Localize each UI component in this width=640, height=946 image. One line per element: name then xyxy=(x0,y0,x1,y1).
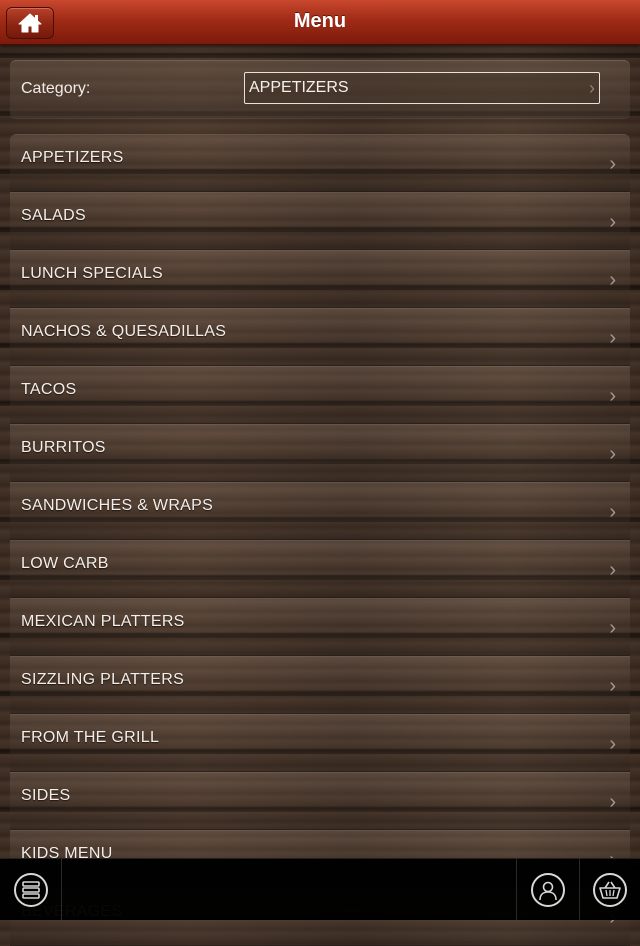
chevron-right-icon: › xyxy=(609,733,616,755)
bottom-toolbar xyxy=(0,858,640,920)
category-label: Category: xyxy=(21,80,91,97)
category-panel: Category: APPETIZERS › xyxy=(10,60,630,118)
menu-stack-icon xyxy=(13,872,48,907)
menu-category-item[interactable]: SANDWICHES & WRAPS › xyxy=(10,482,630,540)
chevron-right-icon: › xyxy=(609,443,616,465)
chevron-right-icon: › xyxy=(609,385,616,407)
menu-category-item[interactable]: SIDES › xyxy=(10,772,630,830)
category-select[interactable]: APPETIZERS › xyxy=(244,72,600,104)
chevron-right-icon: › xyxy=(609,269,616,291)
menu-category-item[interactable]: SALADS › xyxy=(10,192,630,250)
menu-category-item[interactable]: LOW CARB › xyxy=(10,540,630,598)
chevron-right-icon: › xyxy=(609,675,616,697)
menu-category-item[interactable]: MEXICAN PLATTERS › xyxy=(10,598,630,656)
chevron-right-icon: › xyxy=(589,78,595,98)
user-icon xyxy=(531,872,565,907)
chevron-right-icon: › xyxy=(609,791,616,813)
menu-category-label: APPETIZERS xyxy=(21,149,124,166)
chevron-right-icon: › xyxy=(609,501,616,523)
menu-category-list: APPETIZERS › SALADS › LUNCH SPECIALS › NACHOS … xyxy=(10,134,630,946)
menu-category-label: FROM THE GRILL xyxy=(21,729,160,746)
menu-category-label: MEXICAN PLATTERS xyxy=(21,613,185,630)
menu-category-item[interactable]: NACHOS & QUESADILLAS › xyxy=(10,308,630,366)
menu-category-label: LUNCH SPECIALS xyxy=(21,265,164,282)
menu-category-item[interactable]: SIZZLING PLATTERS › xyxy=(10,656,630,714)
cart-button[interactable] xyxy=(579,859,640,920)
menu-category-label: SIDES xyxy=(21,787,71,804)
menu-category-label: NACHOS & QUESADILLAS xyxy=(21,323,227,340)
chevron-right-icon: › xyxy=(609,153,616,175)
menu-category-item[interactable]: TACOS › xyxy=(10,366,630,424)
menu-category-item[interactable]: APPETIZERS › xyxy=(10,134,630,192)
chevron-right-icon: › xyxy=(609,327,616,349)
menu-category-label: SANDWICHES & WRAPS xyxy=(21,497,214,514)
menu-category-label: TACOS xyxy=(21,381,77,398)
account-button[interactable] xyxy=(516,859,580,920)
menu-category-label: BURRITOS xyxy=(21,439,106,456)
menu-category-label: SALADS xyxy=(21,207,86,224)
menu-category-label: SIZZLING PLATTERS xyxy=(21,671,185,688)
chevron-right-icon: › xyxy=(609,211,616,233)
top-navigation-bar: Menu xyxy=(0,0,640,45)
menu-category-item[interactable]: BURRITOS › xyxy=(10,424,630,482)
chevron-right-icon: › xyxy=(609,617,616,639)
menu-category-item[interactable]: FROM THE GRILL › xyxy=(10,714,630,772)
chevron-right-icon: › xyxy=(609,559,616,581)
page-title: Menu xyxy=(293,10,347,32)
category-selected-value: APPETIZERS xyxy=(249,79,349,96)
menu-category-item[interactable]: LUNCH SPECIALS › xyxy=(10,250,630,308)
menu-category-label: LOW CARB xyxy=(21,555,109,572)
menu-button[interactable] xyxy=(0,859,62,920)
basket-icon xyxy=(592,872,627,907)
